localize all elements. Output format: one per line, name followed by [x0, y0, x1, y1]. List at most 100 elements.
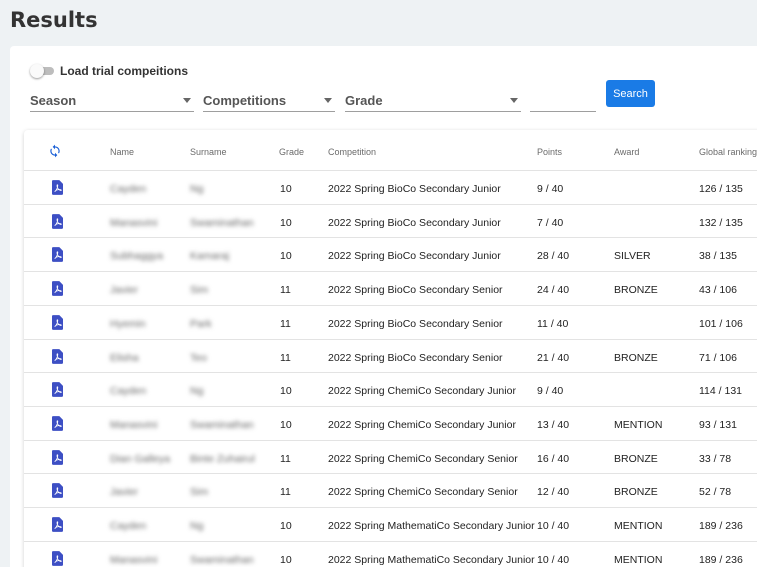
cell-points: 10 / 40: [537, 520, 570, 532]
table-row[interactable]: Hyemin Park 11 2022 Spring BioCo Secondary …: [24, 304, 757, 339]
cell-points: 9 / 40: [537, 183, 564, 195]
cell-name: Elisha: [110, 351, 139, 364]
cell-name: Manasvini: [110, 553, 158, 566]
cell-ranking: 189 / 236: [699, 520, 743, 532]
cell-grade: 11: [280, 486, 291, 499]
header-award[interactable]: Award: [614, 147, 639, 157]
cell-grade: 10: [280, 520, 292, 532]
cell-surname: Sim: [190, 284, 209, 297]
cell-award: BRONZE: [614, 452, 658, 465]
season-select[interactable]: Season: [30, 86, 194, 112]
cell-award: BRONZE: [614, 284, 658, 297]
cell-ranking: 93 / 131: [699, 418, 737, 431]
cell-points: 11 / 40: [537, 317, 569, 330]
cell-ranking: 71 / 106: [699, 351, 737, 364]
cell-name: Manasvini: [110, 418, 158, 431]
header-name[interactable]: Name: [110, 147, 134, 157]
header-points[interactable]: Points: [537, 147, 562, 157]
cell-grade: 11: [280, 284, 291, 297]
pdf-icon[interactable]: [52, 416, 63, 431]
cell-points: 12 / 40: [537, 486, 570, 499]
cell-competition: 2022 Spring MathematiCo Secondary Junior: [328, 553, 535, 566]
table-row[interactable]: Manasvini Swaminathan 10 2022 Spring Mathem…: [24, 540, 757, 567]
table-row[interactable]: Elisha Teo 11 2022 Spring BioCo Secondary S…: [24, 338, 757, 373]
pdf-icon[interactable]: [52, 550, 63, 566]
competitions-select[interactable]: Competitions: [203, 86, 335, 112]
cell-competition: 2022 Spring MathematiCo Secondary Junior: [328, 520, 535, 532]
trial-competitions-toggle[interactable]: Load trial compeitions: [30, 63, 188, 79]
cell-grade: 11: [280, 452, 291, 465]
cell-award: MENTION: [614, 520, 663, 532]
toggle-switch[interactable]: [30, 64, 54, 78]
cell-ranking: 52 / 78: [699, 486, 732, 499]
cell-competition: 2022 Spring BioCo Secondary Junior: [328, 183, 501, 195]
table-row[interactable]: Cayden Ng 10 2022 Spring BioCo Secondary Ju…: [24, 170, 757, 204]
cell-name: Subhaggya: [110, 250, 164, 263]
cell-competition: 2022 Spring ChemiCo Secondary Senior: [328, 486, 518, 499]
table-row[interactable]: Javier Sim 11 2022 Spring ChemiCo Secondary…: [24, 473, 757, 507]
cell-ranking: 126 / 135: [699, 183, 743, 195]
pdf-icon[interactable]: [52, 449, 63, 465]
cell-name: Cayden: [110, 520, 147, 532]
pdf-icon[interactable]: [52, 213, 63, 229]
table-header: Name Surname Grade Competition Points Aw…: [24, 130, 757, 170]
cell-name: Cayden: [110, 183, 147, 195]
cell-points: 7 / 40: [537, 216, 564, 229]
toggle-label: Load trial compeitions: [60, 64, 189, 78]
cell-name: Manasvini: [110, 216, 158, 229]
cell-award: BRONZE: [614, 486, 658, 499]
cell-ranking: 114 / 131: [699, 385, 743, 398]
cell-name: Javier: [110, 284, 139, 297]
cell-grade: 10: [280, 183, 292, 195]
cell-competition: 2022 Spring BioCo Secondary Senior: [328, 284, 503, 297]
cell-points: 24 / 40: [537, 284, 570, 297]
pdf-icon[interactable]: [52, 517, 63, 532]
header-grade[interactable]: Grade: [279, 147, 304, 157]
table-row[interactable]: Manasvini Swaminathan 10 2022 Spring ChemiC…: [24, 405, 757, 440]
cell-surname: Teo: [190, 351, 207, 364]
season-select-label: Season: [30, 93, 77, 108]
cell-points: 21 / 40: [537, 351, 570, 364]
search-input[interactable]: [530, 88, 596, 112]
cell-grade: 10: [280, 250, 292, 263]
header-ranking[interactable]: Global ranking: [699, 147, 757, 157]
grade-select[interactable]: Grade: [345, 86, 521, 112]
results-table: Name Surname Grade Competition Points Aw…: [24, 130, 757, 567]
refresh-icon[interactable]: [48, 144, 62, 158]
table-row[interactable]: Javier Sim 11 2022 Spring BioCo Secondary S…: [24, 271, 757, 305]
cell-ranking: 132 / 135: [699, 216, 743, 229]
table-row[interactable]: Subhaggya Kamaraj 10 2022 Spring BioCo Seco…: [24, 237, 757, 271]
cell-award: SILVER: [614, 250, 651, 263]
cell-surname: Swaminathan: [190, 216, 254, 229]
pdf-icon[interactable]: [52, 382, 63, 398]
table-row[interactable]: Cayden Ng 10 2022 Spring ChemiCo Secondary …: [24, 372, 757, 406]
table-row[interactable]: Dian Galleya Binte Zuhairul 11 2022 Spring …: [24, 439, 757, 474]
cell-surname: Ng: [190, 385, 204, 398]
cell-surname: Ng: [190, 520, 204, 532]
cell-surname: Swaminathan: [190, 553, 254, 566]
cell-surname: Ng: [190, 183, 204, 195]
cell-surname: Binte Zuhairul: [190, 452, 255, 465]
cell-grade: 10: [280, 418, 292, 431]
pdf-icon[interactable]: [52, 314, 63, 330]
table-row[interactable]: Cayden Ng 10 2022 Spring MathematiCo Second…: [24, 507, 757, 541]
cell-points: 13 / 40: [537, 418, 570, 431]
cell-award: BRONZE: [614, 351, 658, 364]
chevron-down-icon: [324, 98, 332, 103]
cell-surname: Kamaraj: [190, 250, 230, 263]
pdf-icon[interactable]: [52, 180, 63, 195]
table-row[interactable]: Manasvini Swaminathan 10 2022 Spring BioCo …: [24, 203, 757, 238]
cell-grade: 10: [280, 216, 292, 229]
pdf-icon[interactable]: [52, 281, 63, 296]
cell-ranking: 33 / 78: [699, 452, 732, 465]
header-surname[interactable]: Surname: [190, 147, 227, 157]
page-title: Results: [10, 8, 98, 32]
cell-ranking: 43 / 106: [699, 284, 737, 297]
pdf-icon[interactable]: [52, 483, 63, 499]
pdf-icon[interactable]: [52, 247, 63, 263]
search-button[interactable]: Search: [606, 80, 655, 107]
pdf-icon[interactable]: [52, 348, 63, 364]
cell-surname: Sim: [190, 486, 209, 499]
header-competition[interactable]: Competition: [328, 147, 376, 157]
competitions-select-label: Competitions: [203, 93, 287, 108]
